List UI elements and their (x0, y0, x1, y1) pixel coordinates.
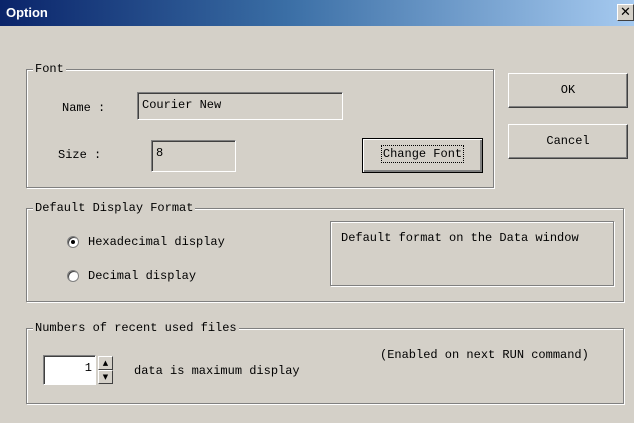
display-format-legend: Default Display Format (33, 201, 196, 215)
ok-label: OK (560, 83, 576, 97)
font-name-label: Name : (62, 101, 106, 115)
change-font-button[interactable]: Change Font (362, 138, 483, 173)
spin-up-icon: ▲ (102, 359, 109, 367)
font-group-legend: Font (33, 62, 66, 76)
hexadecimal-label[interactable]: Hexadecimal display (88, 235, 225, 249)
close-button[interactable]: ✕ (617, 4, 634, 21)
spin-up-button[interactable]: ▲ (98, 356, 113, 370)
cancel-label: Cancel (546, 134, 590, 148)
change-font-label: Change Font (380, 145, 465, 163)
cancel-button[interactable]: Cancel (508, 124, 628, 159)
recent-count-input[interactable]: 1 (43, 355, 96, 385)
spin-down-icon: ▼ (102, 373, 109, 381)
recent-files-note: (Enabled on next RUN command) (380, 348, 589, 362)
decimal-radio[interactable] (67, 270, 79, 282)
close-icon: ✕ (620, 4, 631, 19)
font-size-field: 8 (151, 140, 236, 172)
recent-files-group: Numbers of recent used files (26, 321, 624, 404)
ok-button[interactable]: OK (508, 73, 628, 108)
spin-down-button[interactable]: ▼ (98, 370, 113, 384)
display-format-info: Default format on the Data window (330, 221, 614, 286)
font-size-label: Size : (58, 148, 102, 162)
title-bar: Option ✕ (0, 0, 634, 26)
font-name-field: Courier New (137, 92, 343, 120)
window-title: Option (6, 5, 48, 20)
recent-count-suffix: data is maximum display (134, 364, 300, 378)
recent-files-legend: Numbers of recent used files (33, 321, 239, 335)
hexadecimal-radio[interactable] (67, 236, 79, 248)
radio-selected-dot (71, 240, 75, 244)
decimal-label[interactable]: Decimal display (88, 269, 196, 283)
